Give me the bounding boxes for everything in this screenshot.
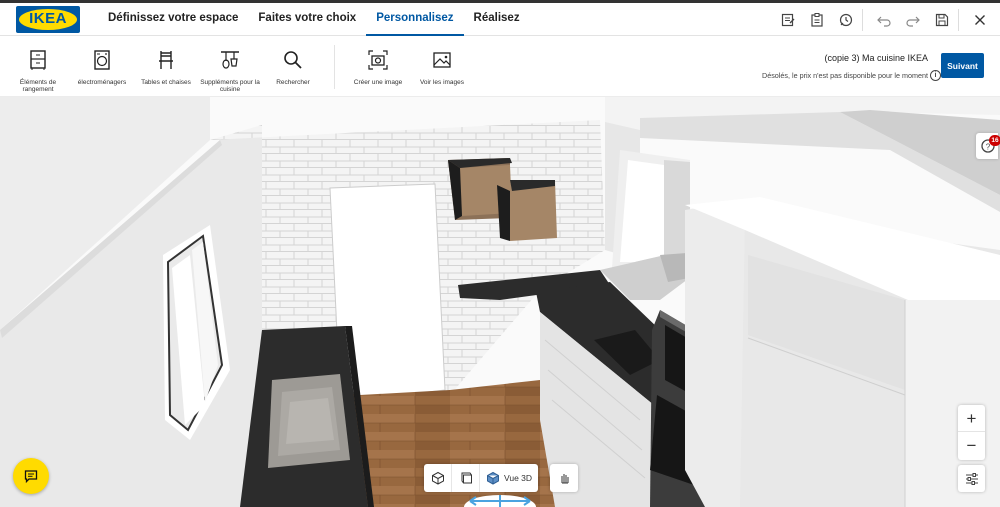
view-side-button[interactable] bbox=[452, 464, 480, 492]
image-icon bbox=[426, 44, 458, 76]
kitchen-utensils-icon bbox=[214, 44, 246, 76]
notes-icon[interactable] bbox=[776, 8, 800, 32]
kitchen-3d-viewport[interactable]: ? 16 + − Vue 3D bbox=[0, 97, 1000, 507]
zoom-out-button[interactable]: − bbox=[958, 432, 985, 459]
step-tabs: Définissez votre espace Faites votre cho… bbox=[98, 3, 530, 36]
close-icon[interactable] bbox=[968, 8, 992, 32]
cabinet-icon bbox=[22, 44, 54, 76]
redo-icon[interactable] bbox=[901, 8, 925, 32]
tool-kitchen-extras[interactable]: Suppléments pour la cuisine bbox=[196, 44, 264, 93]
tool-create-image[interactable]: Créer une image bbox=[344, 44, 412, 86]
nav-separator bbox=[862, 8, 863, 31]
nav-separator bbox=[958, 8, 959, 31]
clipboard-icon[interactable] bbox=[805, 8, 829, 32]
view-3d-button[interactable]: Vue 3D bbox=[480, 464, 538, 492]
cube-top-icon bbox=[431, 471, 444, 485]
washing-machine-icon bbox=[86, 44, 118, 76]
price-warning: Désolés, le prix n'est pas disponible po… bbox=[762, 71, 928, 80]
product-toolbar: Éléments de rangement électroménagers Ta… bbox=[0, 37, 1000, 97]
ikea-logo[interactable]: IKEA bbox=[16, 6, 80, 33]
search-icon bbox=[277, 44, 309, 76]
tool-storage[interactable]: Éléments de rangement bbox=[4, 44, 72, 93]
cube-side-icon bbox=[461, 472, 472, 484]
tool-label: Suppléments pour la cuisine bbox=[200, 79, 260, 93]
sliders-icon bbox=[965, 472, 978, 485]
undo-icon[interactable] bbox=[872, 8, 896, 32]
zoom-in-button[interactable]: + bbox=[958, 405, 985, 432]
zoom-controls: + − bbox=[958, 405, 985, 460]
info-icon[interactable]: i bbox=[930, 70, 941, 81]
save-icon[interactable] bbox=[930, 8, 954, 32]
tool-label: Éléments de rangement bbox=[19, 79, 57, 93]
cube-3d-icon bbox=[487, 471, 499, 485]
tool-search[interactable]: Rechercher bbox=[259, 44, 327, 86]
tab-realize[interactable]: Réalisez bbox=[464, 3, 530, 36]
camera-icon bbox=[362, 44, 394, 76]
tab-choose[interactable]: Faites votre choix bbox=[248, 3, 366, 36]
kitchen-3d-render bbox=[0, 97, 1000, 507]
chat-icon bbox=[24, 470, 38, 484]
tool-label: Tables et chaises bbox=[141, 79, 191, 86]
tab-define-space[interactable]: Définissez votre espace bbox=[98, 3, 248, 36]
view-top-button[interactable] bbox=[424, 464, 452, 492]
measure-button[interactable] bbox=[550, 464, 578, 492]
tool-tables-chairs[interactable]: Tables et chaises bbox=[132, 44, 200, 86]
rotate-handle[interactable] bbox=[464, 493, 536, 507]
nav-actions bbox=[771, 3, 992, 36]
view-mode-bar: Vue 3D bbox=[424, 464, 539, 492]
help-badge: 16 bbox=[989, 135, 1000, 146]
toolbar-separator bbox=[334, 45, 335, 89]
top-navigation: IKEA Définissez votre espace Faites votr… bbox=[0, 3, 1000, 36]
chat-button[interactable] bbox=[13, 458, 49, 494]
hand-icon bbox=[561, 474, 569, 484]
tab-customize[interactable]: Personnalisez bbox=[366, 3, 464, 36]
project-name: (copie 3) Ma cuisine IKEA bbox=[824, 53, 928, 63]
history-icon[interactable] bbox=[834, 8, 858, 32]
tool-view-images[interactable]: Voir les images bbox=[408, 44, 476, 86]
view-3d-label: Vue 3D bbox=[504, 473, 533, 483]
price-warning-wrap: Désolés, le prix n'est pas disponible po… bbox=[762, 70, 941, 81]
view-settings-button[interactable] bbox=[958, 465, 985, 492]
tool-appliances[interactable]: électroménagers bbox=[68, 44, 136, 86]
tool-label: électroménagers bbox=[77, 79, 127, 86]
next-button[interactable]: Suivant bbox=[941, 53, 984, 78]
logo-text: IKEA bbox=[29, 10, 67, 27]
tool-label: Rechercher bbox=[276, 79, 310, 86]
tool-label: Créer une image bbox=[353, 79, 403, 86]
chair-icon bbox=[150, 44, 182, 76]
tool-label: Voir les images bbox=[419, 79, 465, 86]
